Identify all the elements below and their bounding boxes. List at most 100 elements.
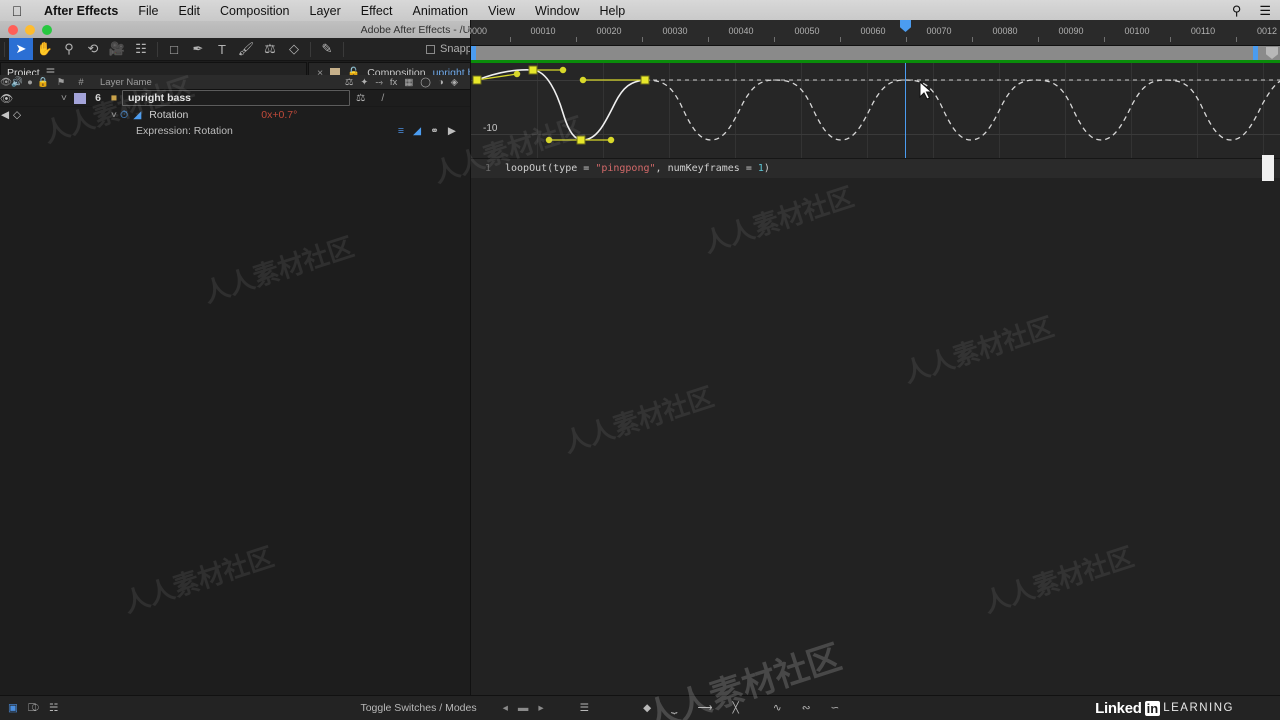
zoom-tool[interactable]: ⚲ [57, 38, 81, 60]
linear-keyframe-icon[interactable]: ⟶ [697, 702, 712, 714]
quality-icon[interactable]: ✦ [360, 77, 368, 88]
property-expand-arrow-icon[interactable]: ˅ [108, 109, 120, 121]
layer-quality-icon[interactable]: / [381, 92, 384, 104]
timeline-zoom-slider[interactable]: ▬ [518, 702, 529, 714]
hand-tool[interactable]: ✋ [33, 38, 57, 60]
timeline-zoom-in-icon[interactable]: ▸ [538, 702, 543, 714]
menu-item-after-effects[interactable]: After Effects [34, 4, 128, 18]
lock-icon[interactable]: 🔒 [36, 77, 50, 88]
graph-editor[interactable]: -10 [471, 63, 1280, 158]
timeline-graph-area[interactable]: 0000 00010 00020 00030 00040 00050 00060… [467, 20, 1280, 695]
menu-item-help[interactable]: Help [589, 4, 635, 18]
layer-collapse-icon[interactable]: ⚖ [356, 92, 365, 104]
auto-bezier-icon[interactable]: ╳ [733, 702, 739, 714]
adjustment-layer-icon[interactable]: ◑ [438, 77, 444, 88]
pan-behind-tool[interactable]: ☷ [129, 38, 153, 60]
menu-item-layer[interactable]: Layer [300, 4, 351, 18]
minimize-window-button[interactable] [25, 25, 35, 35]
easy-ease-in-icon[interactable]: ∾ [802, 702, 811, 714]
close-window-button[interactable] [8, 25, 18, 35]
roto-brush-tool[interactable]: ✎ [315, 38, 339, 60]
video-visibility-icon[interactable]: 👁 [0, 77, 12, 88]
ruler-tick: 00100 [1124, 26, 1150, 36]
maximize-window-button[interactable] [42, 25, 52, 35]
label-tag-icon[interactable]: ⚑ [50, 77, 72, 88]
solo-icon[interactable]: ● [24, 77, 36, 88]
work-area-bar[interactable] [471, 46, 1280, 60]
collapse-transforms-icon[interactable]: ⚖ [345, 77, 354, 88]
snapping-checkbox[interactable] [426, 44, 435, 54]
selection-tool[interactable]: ➤ [9, 38, 33, 60]
property-name: Rotation [149, 109, 189, 121]
layer-label-swatch[interactable] [74, 92, 86, 104]
expression-code[interactable]: loopOut(type = "pingpong", numKeyframes … [505, 163, 770, 174]
3d-layer-icon[interactable]: ◈ [451, 77, 458, 88]
expression-language-menu-icon[interactable]: ▶ [448, 125, 456, 137]
brush-tool[interactable]: 🖌 [234, 38, 258, 60]
comp-family-icon[interactable]: ⎄ [28, 702, 39, 715]
comp-end-marker[interactable] [1266, 47, 1278, 59]
expression-scrollbar[interactable] [1262, 155, 1274, 181]
ruler-tick: 00040 [728, 26, 754, 36]
menu-item-effect[interactable]: Effect [351, 4, 403, 18]
menu-item-view[interactable]: View [478, 4, 525, 18]
camera-tool[interactable]: 🎥 [105, 38, 129, 60]
apple-logo-icon[interactable]:  [0, 3, 34, 19]
layer-visibility-toggle[interactable]: 👁 [0, 92, 13, 105]
linkedin-badge: in [1144, 700, 1161, 716]
after-effects-window:  After Effects File Edit Composition La… [0, 0, 1280, 720]
expression-code-pre: loopOut(type = [505, 163, 596, 174]
ruler-tick: 00080 [992, 26, 1018, 36]
clone-stamp-tool[interactable]: ⚖ [258, 38, 282, 60]
type-tool[interactable]: T [210, 38, 234, 60]
layer-expand-arrow-icon[interactable]: ˅ [58, 92, 70, 104]
keyframe-diamond-icon[interactable]: ◆ [643, 702, 651, 714]
audio-icon[interactable]: 🔊 [10, 77, 24, 88]
graph-type-icon[interactable]: ☰ [580, 702, 589, 714]
keyframe-prev-icon[interactable]: ◀ [0, 109, 10, 121]
toggle-switches-modes-icon[interactable]: ▣ [8, 702, 18, 714]
expression-pickwhip-icon[interactable]: ⚭ [430, 125, 439, 137]
timeline-zoom-out-icon[interactable]: ◂ [503, 702, 508, 714]
timeline-ruler[interactable]: 0000 00010 00020 00030 00040 00050 00060… [467, 20, 1280, 46]
keyframe-indicator-icon[interactable]: ◇ [10, 109, 24, 121]
fx-icon[interactable]: fx [390, 77, 397, 88]
menu-item-composition[interactable]: Composition [210, 4, 299, 18]
linkedin-bold-text: Linked [1095, 699, 1142, 717]
menu-item-animation[interactable]: Animation [403, 4, 479, 18]
timeline-layer-row[interactable]: 👁 ˅ 6 ■ upright bass ⚖ / [0, 90, 470, 107]
graph-playhead[interactable] [905, 63, 906, 158]
playhead-marker[interactable] [900, 20, 911, 32]
ruler-tick: 00020 [596, 26, 622, 36]
layer-number: 6 [95, 92, 101, 104]
timeline-property-row[interactable]: ◀ ◇ ˅ ⏱ ◢ Rotation 0x+0.7° [0, 107, 470, 123]
work-area-end-handle[interactable] [1253, 46, 1258, 60]
menu-item-file[interactable]: File [128, 4, 168, 18]
easy-ease-out-icon[interactable]: ∽ [831, 702, 840, 714]
eraser-tool[interactable]: ◇ [282, 38, 306, 60]
rotation-tool[interactable]: ⟲ [81, 38, 105, 60]
toggle-switches-modes-label[interactable]: Toggle Switches / Modes [360, 702, 476, 714]
ruler-tick: 0000 [466, 26, 488, 36]
graph-editor-property-icon[interactable]: ◢ [133, 109, 141, 121]
easy-ease-icon[interactable]: ∿ [773, 702, 782, 714]
expression-editor-bar[interactable]: 1 loopOut(type = "pingpong", numKeyframe… [471, 155, 1280, 181]
expression-graph-icon[interactable]: ◢ [413, 125, 421, 137]
stretch-icon[interactable]: ☵ [49, 702, 58, 714]
spotlight-search-icon[interactable]: ⚲ [1223, 3, 1251, 19]
window-controls[interactable] [8, 25, 52, 35]
menu-item-edit[interactable]: Edit [168, 4, 210, 18]
motion-blur-switch-icon[interactable]: ◯ [420, 77, 431, 88]
work-area-start-handle[interactable] [471, 46, 476, 60]
shape-tool[interactable]: □ [162, 38, 186, 60]
hold-keyframe-icon[interactable]: ⏟ [671, 702, 677, 715]
expression-enable-icon[interactable]: ≡ [398, 125, 404, 137]
menu-item-window[interactable]: Window [525, 4, 589, 18]
stopwatch-icon[interactable]: ⏱ [120, 109, 128, 122]
pen-tool[interactable]: ✒ [186, 38, 210, 60]
effect-switch-icon[interactable]: ⤑ [375, 77, 383, 88]
property-value[interactable]: 0x+0.7° [261, 109, 297, 121]
control-center-list-icon[interactable]: ☰ [1250, 3, 1280, 19]
frame-blend-icon[interactable]: ▦ [404, 77, 413, 88]
layer-name-field[interactable]: upright bass [122, 90, 350, 106]
